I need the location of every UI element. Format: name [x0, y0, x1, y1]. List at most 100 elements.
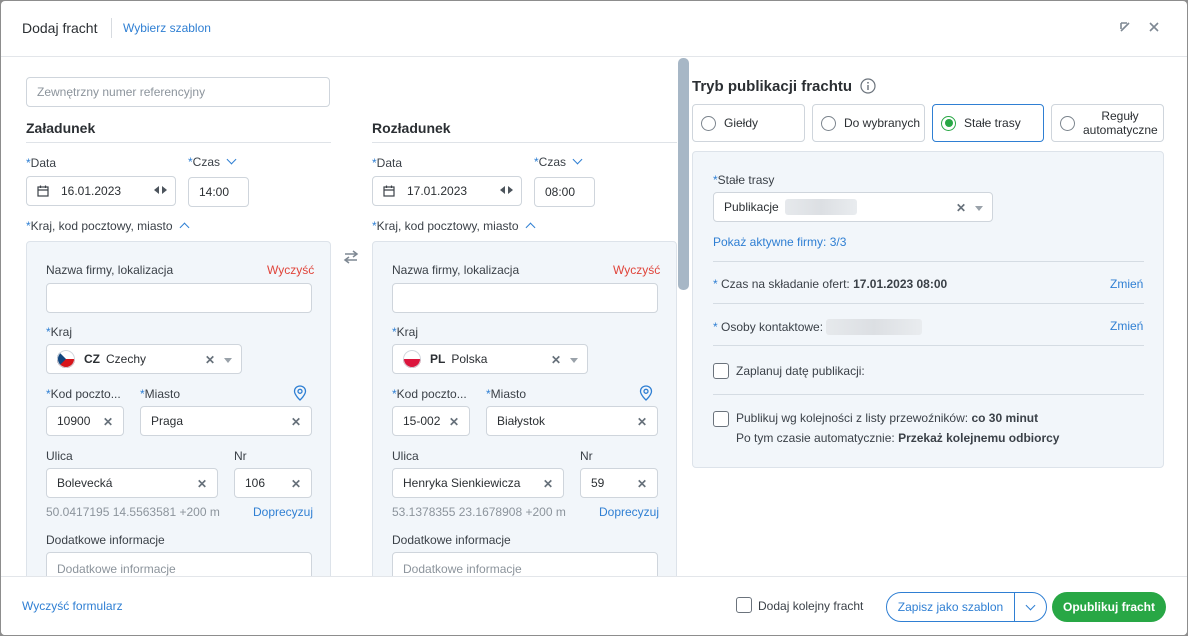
change-contacts-link[interactable]: Zmień	[1110, 319, 1143, 333]
save-template-dropdown[interactable]	[1014, 592, 1047, 622]
cz-flag-icon	[57, 350, 75, 368]
loading-company-input[interactable]	[46, 283, 312, 313]
unloading-postal-input[interactable]: 15-002 ✕	[392, 406, 470, 436]
loading-time-label[interactable]: *Czas	[188, 154, 237, 169]
clear-icon[interactable]: ✕	[197, 477, 207, 491]
loading-title-divider	[26, 142, 331, 143]
loading-country-label: *Kraj	[46, 325, 73, 339]
schedule-label: Zaplanuj datę publikacji:	[736, 364, 865, 378]
loading-date-input[interactable]: 16.01.2023	[26, 176, 176, 206]
blurred-text	[826, 319, 923, 335]
loading-street-input[interactable]: Bolevecká ✕	[46, 468, 218, 498]
mode-exchanges[interactable]: Giełdy	[692, 104, 805, 142]
modal-title: Dodaj fracht	[22, 20, 98, 36]
unloading-title: Rozładunek	[372, 120, 451, 136]
change-offer-time-link[interactable]: Zmień	[1110, 277, 1143, 291]
radio-icon	[701, 115, 716, 131]
show-active-firms-link[interactable]: Pokaż aktywne firmy: 3/3	[713, 235, 846, 249]
unloading-date-input[interactable]: 17.01.2023	[372, 176, 522, 206]
swap-icon[interactable]	[343, 250, 359, 267]
unloading-date-label: *Data	[372, 156, 403, 170]
clear-icon[interactable]: ✕	[205, 353, 215, 367]
unloading-clear-button[interactable]: Wyczyść	[613, 263, 660, 277]
clear-icon[interactable]: ✕	[103, 415, 113, 429]
unloading-street-value: Henryka Sienkiewicza	[403, 476, 521, 490]
dropdown-caret-icon[interactable]	[570, 358, 578, 363]
date-stepper[interactable]	[500, 186, 513, 194]
mode-selected[interactable]: Do wybranych	[812, 104, 925, 142]
order-checkbox[interactable]	[713, 411, 729, 427]
calendar-icon	[37, 185, 49, 197]
unloading-refine-link[interactable]: Doprecyzuj	[599, 505, 659, 519]
unloading-time-label[interactable]: *Czas	[534, 154, 583, 169]
loading-postal-input[interactable]: 10900 ✕	[46, 406, 124, 436]
divider	[713, 303, 1144, 304]
chevron-up-icon[interactable]	[179, 222, 189, 233]
clear-form-link[interactable]: Wyczyść formularz	[22, 599, 123, 613]
unloading-time-input[interactable]: 08:00	[534, 177, 595, 207]
unloading-city-label: *Miasto	[486, 387, 527, 401]
dropdown-caret-icon[interactable]	[975, 206, 983, 211]
add-freight-modal: Dodaj fracht Wybierz szablon Zewnętrzny …	[1, 1, 1187, 635]
loading-postal-value: 10900	[57, 414, 91, 428]
save-template-button[interactable]: Zapisz jako szablon	[886, 592, 1015, 622]
loading-clear-button[interactable]: Wyczyść	[267, 263, 314, 277]
chevron-down-icon[interactable]	[226, 154, 237, 165]
vertical-scrollbar[interactable]	[678, 58, 689, 290]
loading-country-select[interactable]: CZ Czechy ✕	[46, 344, 242, 374]
loading-date-label: *Data	[26, 156, 57, 170]
clear-icon[interactable]: ✕	[449, 415, 459, 429]
modal-body: Zewnętrzny numer referencyjny Załadunek …	[1, 58, 1187, 576]
publish-button[interactable]: Opublikuj fracht	[1052, 592, 1166, 622]
add-another-checkbox[interactable]	[736, 597, 752, 613]
unloading-postal-label: *Kod poczto...	[392, 387, 467, 401]
loading-refine-link[interactable]: Doprecyzuj	[253, 505, 313, 519]
unloading-city-input[interactable]: Białystok ✕	[486, 406, 658, 436]
loading-additional-input[interactable]: Dodatkowe informacje	[46, 552, 312, 576]
reference-number-input[interactable]: Zewnętrzny numer referencyjny	[26, 77, 330, 107]
loading-city-input[interactable]: Praga ✕	[140, 406, 312, 436]
location-pin-icon[interactable]	[293, 385, 307, 404]
loading-time-input[interactable]: 14:00	[188, 177, 249, 207]
loading-nr-input[interactable]: 106 ✕	[234, 468, 312, 498]
radio-icon	[821, 115, 836, 131]
choose-template-link[interactable]: Wybierz szablon	[123, 21, 211, 35]
chevron-down-icon[interactable]	[572, 154, 583, 165]
unloading-street-input[interactable]: Henryka Sienkiewicza ✕	[392, 468, 564, 498]
unloading-company-input[interactable]	[392, 283, 658, 313]
info-icon[interactable]	[860, 78, 876, 97]
blurred-text	[784, 199, 857, 215]
clear-icon[interactable]: ✕	[551, 353, 561, 367]
unloading-coords: 53.1378355 23.1678908 +200 m	[392, 505, 566, 519]
date-stepper[interactable]	[154, 186, 167, 194]
loading-nr-value: 106	[245, 476, 266, 490]
collapse-icon[interactable]	[1113, 15, 1137, 39]
mode-auto-rules[interactable]: Reguły automatyczne	[1051, 104, 1164, 142]
dropdown-caret-icon[interactable]	[224, 358, 232, 363]
clear-icon[interactable]: ✕	[637, 477, 647, 491]
unloading-additional-input[interactable]: Dodatkowe informacje	[392, 552, 658, 576]
unloading-nr-value: 59	[591, 476, 605, 490]
publication-title: Tryb publikacji frachtu	[692, 78, 853, 95]
location-pin-icon[interactable]	[639, 385, 653, 404]
loading-postal-label: *Kod poczto...	[46, 387, 121, 401]
clear-icon[interactable]: ✕	[291, 415, 301, 429]
loading-location-toggle[interactable]: *Kraj, kod pocztowy, miasto	[26, 219, 189, 233]
close-icon[interactable]	[1142, 15, 1166, 39]
unloading-nr-input[interactable]: 59 ✕	[580, 468, 658, 498]
fixed-routes-panel: *Stałe trasy Publikacje ✕ Pokaż aktywne …	[692, 151, 1164, 468]
schedule-checkbox[interactable]	[713, 363, 729, 379]
clear-icon[interactable]: ✕	[956, 201, 966, 215]
routes-select[interactable]: Publikacje ✕	[713, 192, 993, 222]
mode-auto-rules-label: Reguły automatyczne	[1083, 109, 1158, 137]
unloading-title-divider	[372, 142, 677, 143]
chevron-up-icon[interactable]	[525, 222, 535, 233]
unloading-country-select[interactable]: PL Polska ✕	[392, 344, 588, 374]
clear-icon[interactable]: ✕	[543, 477, 553, 491]
clear-icon[interactable]: ✕	[291, 477, 301, 491]
loading-country-name: Czechy	[106, 352, 147, 366]
loading-title: Załadunek	[26, 120, 96, 136]
clear-icon[interactable]: ✕	[637, 415, 647, 429]
mode-fixed-routes[interactable]: Stałe trasy	[932, 104, 1044, 142]
unloading-location-toggle[interactable]: *Kraj, kod pocztowy, miasto	[372, 219, 535, 233]
